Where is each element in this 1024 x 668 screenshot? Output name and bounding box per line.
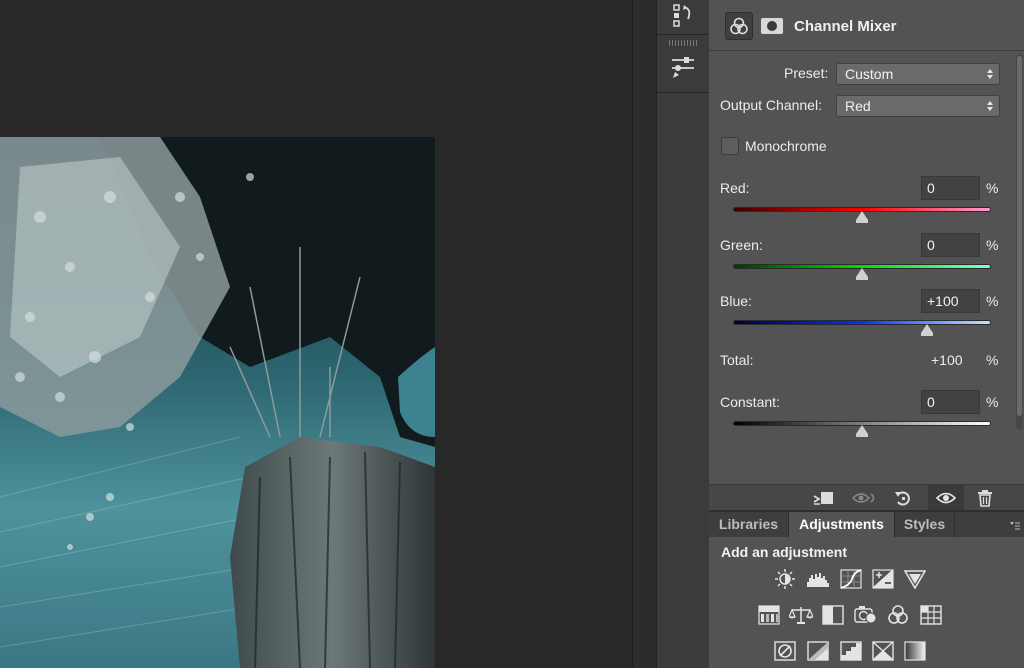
reset-icon[interactable] <box>885 485 921 511</box>
view-previous-state-icon[interactable] <box>846 485 882 511</box>
visibility-eye-icon[interactable] <box>928 485 964 511</box>
total-percent-symbol: % <box>986 352 999 368</box>
green-value-field[interactable]: 0 <box>921 233 980 257</box>
monochrome-checkbox[interactable] <box>721 137 739 155</box>
clip-to-layer-icon[interactable] <box>806 485 842 511</box>
add-adjustment-heading: Add an adjustment <box>721 544 848 560</box>
photo-filter-icon[interactable] <box>854 604 878 626</box>
red-label: Red: <box>720 180 750 196</box>
properties-panel-icon[interactable] <box>665 52 701 82</box>
selective-color-icon[interactable] <box>871 640 895 662</box>
panel-menu-icon[interactable] <box>1010 518 1020 530</box>
color-lookup-icon[interactable] <box>919 604 943 626</box>
document-canvas[interactable] <box>0 0 632 668</box>
panel-tab-bar: Libraries Adjustments Styles <box>709 512 1024 537</box>
color-balance-icon[interactable] <box>789 604 813 626</box>
output-channel-label: Output Channel: <box>720 97 822 113</box>
total-label: Total: <box>720 352 754 368</box>
properties-header: Channel Mixer <box>709 0 1024 51</box>
output-channel-value: Red <box>845 98 871 114</box>
strip-divider <box>657 92 709 93</box>
green-slider-thumb[interactable] <box>856 268 868 280</box>
panel-title: Channel Mixer <box>794 18 897 35</box>
vibrance-icon[interactable] <box>903 568 927 590</box>
blue-label: Blue: <box>720 293 752 309</box>
constant-percent-symbol: % <box>986 394 999 410</box>
channel-mixer-icon[interactable] <box>725 12 753 40</box>
monochrome-label: Monochrome <box>745 138 827 154</box>
tab-styles[interactable]: Styles <box>895 512 955 537</box>
collapsed-panel-strip <box>656 0 710 668</box>
output-channel-select[interactable]: Red <box>836 95 1000 117</box>
black-white-icon[interactable] <box>821 604 845 626</box>
channel-mixer-icon[interactable] <box>886 604 910 626</box>
strip-divider <box>657 34 709 35</box>
adjustments-panel: Libraries Adjustments Styles Add an adju… <box>709 510 1024 668</box>
green-label: Green: <box>720 237 763 253</box>
gradient-map-icon[interactable] <box>903 640 927 662</box>
constant-slider-thumb[interactable] <box>856 425 868 437</box>
red-value-field[interactable]: 0 <box>921 176 980 200</box>
document-image[interactable] <box>0 137 435 668</box>
blue-value-field[interactable]: +100 <box>921 289 980 313</box>
history-panel-icon[interactable] <box>665 0 701 30</box>
preset-select[interactable]: Custom <box>836 63 1000 85</box>
posterize-icon[interactable] <box>806 640 830 662</box>
properties-footer <box>709 484 1024 511</box>
constant-label: Constant: <box>720 394 780 410</box>
select-arrows-icon <box>987 101 993 111</box>
select-arrows-icon <box>987 69 993 79</box>
tab-adjustments[interactable]: Adjustments <box>789 512 895 537</box>
strip-grip[interactable] <box>669 40 697 46</box>
invert-icon[interactable] <box>773 640 797 662</box>
properties-scroll-thumb[interactable] <box>1017 56 1022 416</box>
tab-libraries[interactable]: Libraries <box>709 512 789 537</box>
green-percent-symbol: % <box>986 237 999 253</box>
constant-value-field[interactable]: 0 <box>921 390 980 414</box>
blue-percent-symbol: % <box>986 293 999 309</box>
infrared-tree-photo <box>0 137 435 668</box>
canvas-scroll-edge <box>632 0 657 668</box>
threshold-icon[interactable] <box>839 640 863 662</box>
properties-scrollbar[interactable] <box>1016 54 1023 430</box>
total-value: +100 <box>931 352 963 368</box>
preset-label: Preset: <box>784 65 829 81</box>
levels-icon[interactable] <box>806 568 830 590</box>
exposure-icon[interactable] <box>871 568 895 590</box>
brightness-contrast-icon[interactable] <box>773 568 797 590</box>
hue-saturation-icon[interactable] <box>757 604 781 626</box>
red-slider-thumb[interactable] <box>856 211 868 223</box>
curves-icon[interactable] <box>839 568 863 590</box>
properties-panel: Channel Mixer Preset: Custom Output Chan… <box>709 0 1024 511</box>
blue-slider-thumb[interactable] <box>920 324 933 336</box>
layer-mask-icon[interactable] <box>758 12 786 40</box>
trash-icon[interactable] <box>967 485 1003 511</box>
blue-slider-track[interactable] <box>733 320 991 325</box>
preset-value: Custom <box>845 66 894 82</box>
red-percent-symbol: % <box>986 180 999 196</box>
